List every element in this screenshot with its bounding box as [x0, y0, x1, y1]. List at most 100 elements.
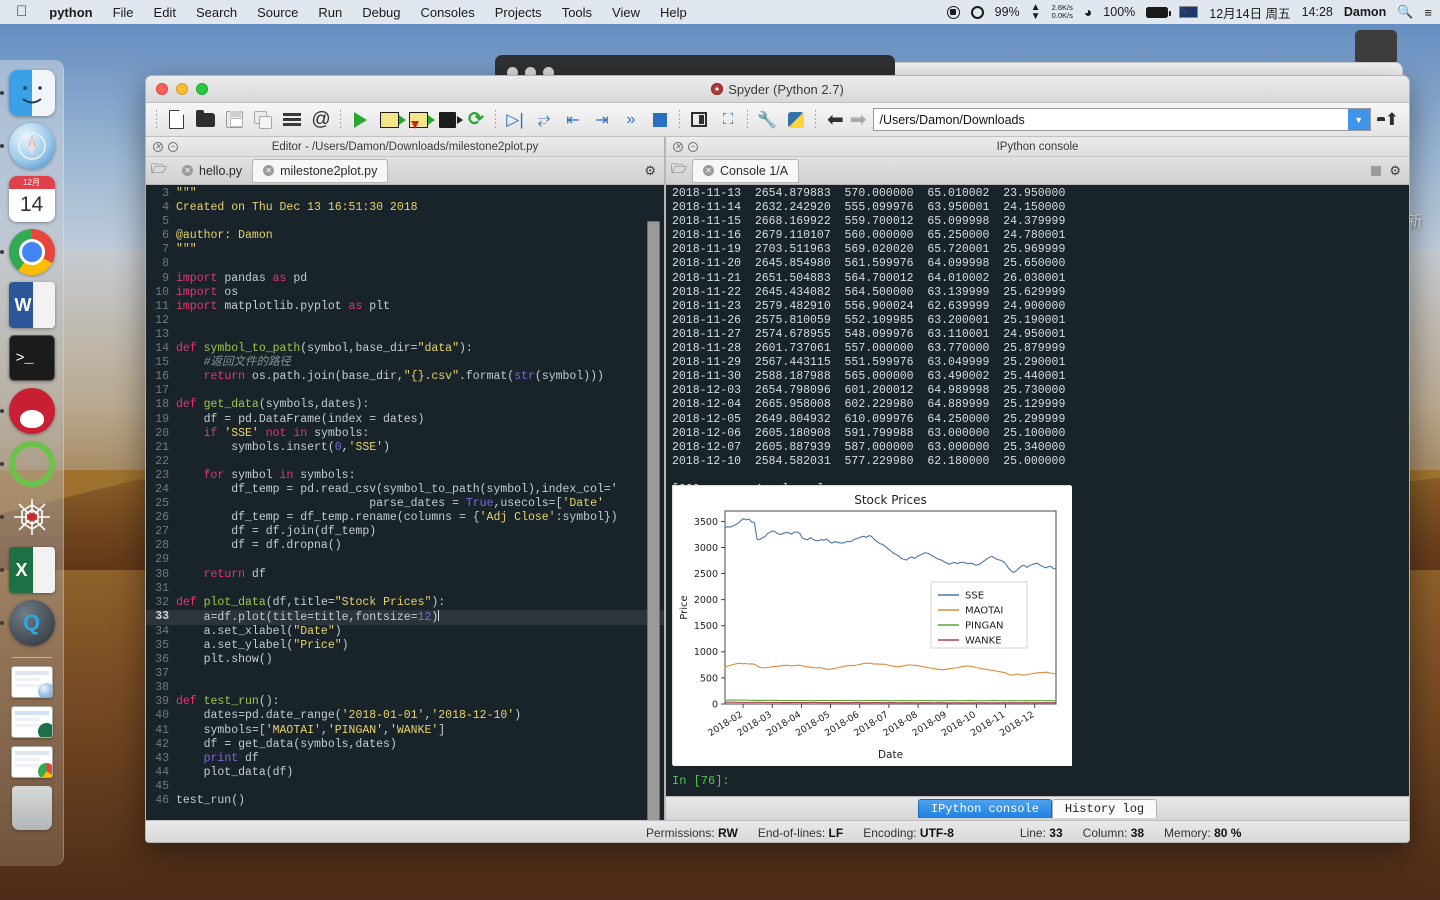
- code-line[interactable]: 44 plot_data(df): [146, 766, 664, 780]
- code-line[interactable]: 45: [146, 780, 664, 794]
- code-line[interactable]: 8: [146, 257, 664, 271]
- apple-icon[interactable]: : [8, 4, 39, 21]
- menu-run[interactable]: Run: [308, 5, 352, 20]
- arrow-right-icon[interactable]: ➡: [850, 110, 867, 130]
- close-icon[interactable]: ✕: [703, 165, 714, 176]
- dock-item-excel[interactable]: X: [0, 547, 55, 593]
- dock-item-calendar[interactable]: 12月 14: [8, 176, 55, 222]
- menu-tools[interactable]: Tools: [552, 5, 602, 20]
- menu-projects[interactable]: Projects: [485, 5, 552, 20]
- code-line[interactable]: 13: [146, 328, 664, 342]
- editor-tab-milestone2plot[interactable]: ✕ milestone2plot.py: [252, 158, 389, 183]
- code-line[interactable]: 42 df = get_data(symbols,dates): [146, 738, 664, 752]
- stop-debug-button[interactable]: [646, 106, 674, 134]
- code-line[interactable]: 37: [146, 667, 664, 681]
- menu-debug[interactable]: Debug: [352, 5, 410, 20]
- code-line[interactable]: 40 dates=pd.date_range('2018-01-01','201…: [146, 709, 664, 723]
- preferences-button[interactable]: 🔧: [753, 106, 781, 134]
- minimized-excel-window[interactable]: [10, 706, 53, 738]
- code-line[interactable]: 10 import os: [146, 286, 664, 300]
- record-icon[interactable]: [946, 5, 960, 19]
- step-button[interactable]: ⥂: [530, 106, 558, 134]
- code-line[interactable]: 16 return os.path.join(base_dir,"{}.csv"…: [146, 370, 664, 384]
- menu-search[interactable]: Search: [186, 5, 247, 20]
- gear-icon[interactable]: ⚙: [1389, 163, 1401, 179]
- australia-flag-icon[interactable]: [1179, 6, 1199, 18]
- battery-percent[interactable]: 100%: [1103, 5, 1135, 19]
- tab-ipython-console[interactable]: IPython console: [917, 799, 1052, 818]
- code-line[interactable]: 24 df_temp = pd.read_csv(symbol_to_path(…: [146, 483, 664, 497]
- menubar-date[interactable]: 12月14日 周五: [1209, 3, 1290, 22]
- wifi-icon[interactable]: ◕: [1084, 4, 1092, 20]
- code-line[interactable]: 28 df = df.dropna(): [146, 539, 664, 553]
- dock-item-trash[interactable]: [11, 786, 52, 830]
- step-return-button[interactable]: ⇥: [588, 106, 616, 134]
- fullscreen-button[interactable]: ⛶: [714, 106, 742, 134]
- menu-file[interactable]: File: [103, 5, 144, 20]
- code-line[interactable]: 26 df_temp = df_temp.rename(columns = {'…: [146, 511, 664, 525]
- dock-item-safari[interactable]: [0, 123, 55, 169]
- parent-directory-button[interactable]: ⬆: [1383, 110, 1403, 130]
- circle-icon[interactable]: [970, 5, 984, 19]
- new-window-icon[interactable]: 🗁: [670, 161, 688, 180]
- code-line[interactable]: 36 plt.show(): [146, 653, 664, 667]
- dock-item-spyder[interactable]: [0, 494, 55, 540]
- cpu-percent[interactable]: 99%: [995, 5, 1020, 19]
- menu-app-name[interactable]: python: [39, 5, 102, 20]
- step-into-button[interactable]: ⇤: [559, 106, 587, 134]
- dock-item-ring-app[interactable]: [0, 441, 55, 487]
- code-line[interactable]: 33 a=df.plot(title=title,fontsize=12): [146, 609, 664, 625]
- code-line[interactable]: 11 import matplotlib.pyplot as plt: [146, 300, 664, 314]
- console-tab-1a[interactable]: ✕ Console 1/A: [692, 158, 800, 183]
- gear-icon[interactable]: ⚙: [644, 163, 656, 179]
- arrow-left-icon[interactable]: ⬅: [827, 110, 844, 130]
- new-window-icon[interactable]: 🗁: [150, 161, 168, 180]
- close-icon[interactable]: ✕: [263, 165, 275, 176]
- code-line[interactable]: 38: [146, 681, 664, 695]
- continue-button[interactable]: »: [617, 106, 645, 134]
- pythonpath-button[interactable]: [782, 106, 810, 134]
- code-line[interactable]: 15 #返回文件的路径: [146, 356, 664, 370]
- dock-item-terminal[interactable]: >_: [8, 335, 55, 381]
- code-line[interactable]: 46 test_run(): [146, 794, 664, 808]
- editor-vertical-scrollbar[interactable]: [647, 221, 660, 820]
- run-cell-advance-button[interactable]: [404, 106, 435, 134]
- menubar-time[interactable]: 14:28: [1302, 5, 1333, 19]
- code-line[interactable]: 7 """: [146, 243, 664, 257]
- code-line[interactable]: 3 """: [146, 187, 664, 201]
- code-line[interactable]: 14 def symbol_to_path(symbol,base_dir="da…: [146, 342, 664, 356]
- code-line[interactable]: 34 a.set_xlabel("Date"): [146, 625, 664, 639]
- console-output-area[interactable]: 2018-11-13 2654.879883 570.000000 65.010…: [666, 185, 1409, 820]
- re-run-button[interactable]: ⟳: [462, 106, 490, 134]
- code-line[interactable]: 21 symbols.insert(0,'SSE'): [146, 441, 664, 455]
- code-line[interactable]: 19 df = pd.DataFrame(index = dates): [146, 413, 664, 427]
- code-line[interactable]: 35 a.set_ylabel("Price"): [146, 639, 664, 653]
- code-line[interactable]: 32 def plot_data(df,title="Stock Prices")…: [146, 596, 664, 610]
- browse-icon[interactable]: [1371, 165, 1381, 176]
- background-window-small[interactable]: [1355, 30, 1397, 65]
- control-center-icon[interactable]: ≡: [1424, 5, 1432, 20]
- close-icon[interactable]: ✕: [182, 165, 193, 176]
- run-selection-button[interactable]: [433, 106, 463, 134]
- code-lines[interactable]: 3 """ 4 Created on Thu Dec 13 16:51:30 2018…: [146, 185, 664, 820]
- new-file-button[interactable]: [162, 106, 190, 134]
- code-line[interactable]: 30 return df: [146, 568, 664, 582]
- dock-item-brave[interactable]: [0, 388, 55, 434]
- menu-edit[interactable]: Edit: [144, 5, 186, 20]
- code-line[interactable]: 27 df = df.join(df_temp): [146, 525, 664, 539]
- dock-item-chrome[interactable]: [0, 229, 55, 275]
- debug-file-button[interactable]: ▷|: [501, 106, 529, 134]
- minimized-chrome-window[interactable]: [10, 746, 53, 778]
- code-line[interactable]: 6 @author: Damon: [146, 229, 664, 243]
- code-line[interactable]: 23 for symbol in symbols:: [146, 469, 664, 483]
- battery-charging-icon[interactable]: [1146, 6, 1171, 18]
- menu-help[interactable]: Help: [650, 5, 697, 20]
- code-line[interactable]: 4 Created on Thu Dec 13 16:51:30 2018: [146, 201, 664, 215]
- open-file-button[interactable]: [191, 106, 219, 134]
- code-line[interactable]: 17: [146, 384, 664, 398]
- code-line[interactable]: 43 print df: [146, 752, 664, 766]
- matplotlib-figure[interactable]: Stock Prices 0 500 1000 1500 2000 2500 3000 3500…: [672, 485, 1072, 766]
- run-cell-button[interactable]: [375, 106, 406, 134]
- menu-view[interactable]: View: [602, 5, 650, 20]
- save-all-button[interactable]: [249, 106, 277, 134]
